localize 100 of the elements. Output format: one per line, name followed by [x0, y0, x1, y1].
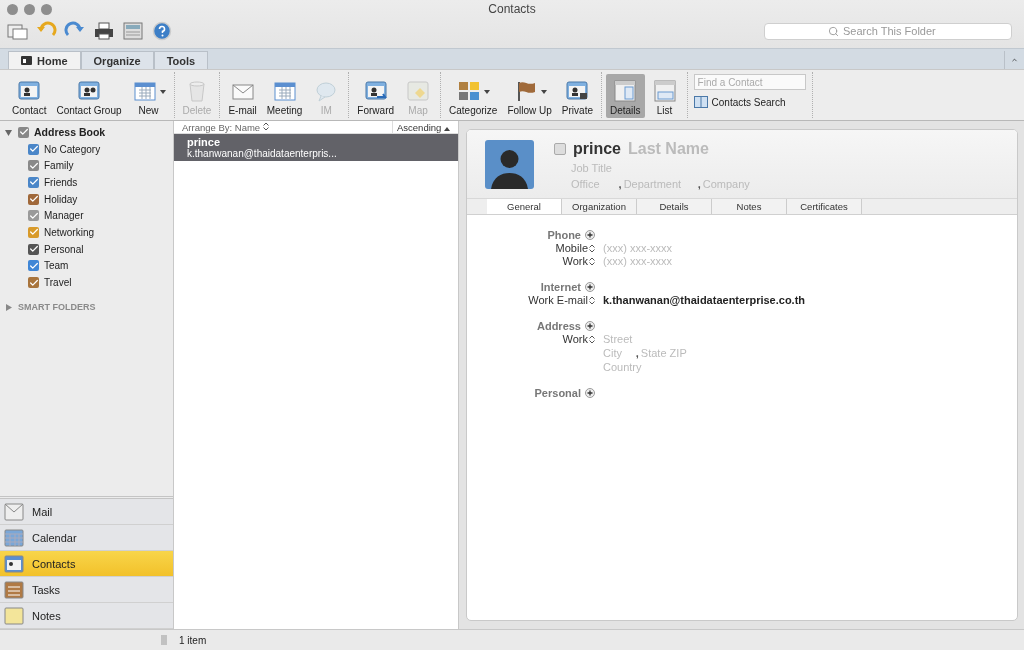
contact-name: prince: [187, 136, 220, 148]
category-checkbox[interactable]: [28, 160, 39, 172]
field-label-selector[interactable]: Mobile: [555, 242, 595, 254]
clipboard-icon: [4, 580, 24, 599]
ribbon-tab[interactable]: Organize: [80, 51, 154, 69]
status-text: 1 item: [178, 633, 207, 648]
checkbox[interactable]: [554, 143, 566, 155]
category-checkbox[interactable]: [28, 143, 39, 155]
category-label[interactable]: Networking: [44, 226, 95, 238]
category-label[interactable]: Holiday: [44, 193, 78, 205]
window-control[interactable]: [41, 4, 52, 15]
ribbon-button[interactable]: E-mail: [224, 74, 261, 118]
category-checkbox[interactable]: [28, 193, 39, 205]
search-field[interactable]: Search This Folder: [764, 22, 1012, 40]
printer-icon[interactable]: [93, 21, 115, 41]
contact-email: k.thanwanan@thaidataenterpris...: [187, 148, 338, 159]
ribbon-button[interactable]: Categorize: [445, 74, 502, 118]
disclosure-triangle[interactable]: [4, 302, 13, 312]
category-checkbox[interactable]: [28, 210, 39, 222]
contact-card-icon: [4, 554, 24, 573]
window-control[interactable]: [24, 4, 35, 15]
contact-row[interactable]: prince k.thanwanan@thaidataenterpris...: [174, 134, 458, 161]
ribbon-button[interactable]: New: [127, 74, 170, 118]
category-label[interactable]: Friends: [44, 176, 78, 188]
stepper-arrows-icon: [589, 243, 595, 253]
disclosure-triangle[interactable]: [4, 127, 13, 137]
sort-order-header[interactable]: Ascending: [392, 121, 458, 133]
category-checkbox[interactable]: [28, 260, 39, 272]
contact-card-icon: [362, 79, 389, 103]
stepper-arrows-icon: [262, 121, 269, 131]
separator-comma: ,: [635, 347, 639, 359]
category-label[interactable]: Personal: [44, 243, 84, 255]
section-heading: SMART FOLDERS: [18, 302, 96, 313]
calendar-icon: [131, 79, 158, 103]
detail-tab[interactable]: General: [487, 199, 562, 214]
detail-tab[interactable]: Notes: [712, 199, 787, 214]
section-heading: Personal: [534, 387, 581, 399]
input-field[interactable]: (xxx) xxx-xxxx: [603, 255, 696, 267]
field-label-selector[interactable]: Work: [562, 333, 595, 345]
separator-comma: ,: [618, 178, 622, 190]
contact-card-icon: [16, 79, 43, 103]
caret-icon: [540, 89, 547, 94]
ribbon-tab[interactable]: Home: [8, 51, 81, 69]
category-label[interactable]: No Category: [44, 143, 101, 155]
contact-card-icon: [564, 79, 591, 103]
ribbon-tab[interactable]: Tools: [153, 51, 209, 69]
add-icon[interactable]: [585, 282, 595, 292]
checkbox[interactable]: [18, 126, 29, 138]
nav-item[interactable]: Calendar: [0, 525, 173, 551]
ribbon-button[interactable]: Contact Group: [52, 74, 126, 118]
ribbon-button[interactable]: Contact: [8, 74, 51, 118]
nav-item[interactable]: Mail: [0, 499, 173, 525]
first-name[interactable]: prince: [573, 140, 621, 158]
tree-item-label[interactable]: Address Book: [34, 126, 106, 139]
category-label[interactable]: Team: [44, 260, 69, 272]
caret-icon: [159, 89, 166, 94]
contacts-search-button[interactable]: Contacts Search: [693, 96, 806, 108]
help-icon[interactable]: [151, 21, 173, 41]
add-icon[interactable]: [585, 230, 595, 240]
nav-item[interactable]: Notes: [0, 603, 173, 629]
detail-tab[interactable]: Organization: [562, 199, 637, 214]
nav-item[interactable]: Tasks: [0, 577, 173, 603]
email-value[interactable]: k.thanwanan@thaidataenterprise.co.th: [603, 294, 1017, 306]
layout-icon: [612, 79, 639, 103]
detail-tab[interactable]: Details: [637, 199, 712, 214]
ribbon-button[interactable]: List: [646, 74, 683, 118]
find-contact-field[interactable]: Find a Contact: [693, 74, 806, 90]
field-label-selector[interactable]: Work E-mail: [528, 294, 595, 306]
resize-handle-icon[interactable]: [161, 635, 167, 645]
category-checkbox[interactable]: [28, 277, 39, 289]
add-icon[interactable]: [585, 388, 595, 398]
search-icon: [828, 25, 839, 37]
last-name-field[interactable]: Last Name: [628, 140, 718, 158]
category-label[interactable]: Family: [44, 160, 74, 172]
category-label[interactable]: Travel: [44, 277, 72, 289]
input-field[interactable]: State ZIP: [640, 347, 703, 359]
category-checkbox[interactable]: [28, 176, 39, 188]
window-control[interactable]: [7, 4, 18, 15]
sort-ascending-icon: [444, 126, 450, 131]
add-icon[interactable]: [585, 321, 595, 331]
stepper-arrows-icon: [589, 256, 595, 266]
input-field[interactable]: City: [603, 347, 634, 359]
input-field[interactable]: Country: [603, 361, 653, 373]
arrange-by-header[interactable]: Arrange By: Name: [174, 121, 392, 133]
field-label-selector[interactable]: Work: [562, 255, 595, 267]
category-checkbox[interactable]: [28, 243, 39, 255]
layout-icon: [651, 79, 678, 103]
detail-tab[interactable]: Certificates: [787, 199, 862, 214]
category-label[interactable]: Manager: [44, 210, 84, 222]
nav-item[interactable]: Contacts: [0, 551, 173, 577]
avatar-silhouette: [485, 140, 534, 189]
input-field[interactable]: (xxx) xxx-xxxx: [603, 242, 696, 254]
input-field[interactable]: Street: [603, 333, 647, 345]
ribbon-button[interactable]: Meeting: [262, 74, 307, 118]
section-heading: Address: [536, 320, 581, 332]
ribbon-button[interactable]: Follow Up: [503, 74, 556, 118]
ribbon-button[interactable]: Forward: [353, 74, 399, 118]
category-checkbox[interactable]: [28, 226, 39, 238]
ribbon-button[interactable]: Private: [557, 74, 597, 118]
ribbon-button[interactable]: Details: [606, 74, 645, 118]
